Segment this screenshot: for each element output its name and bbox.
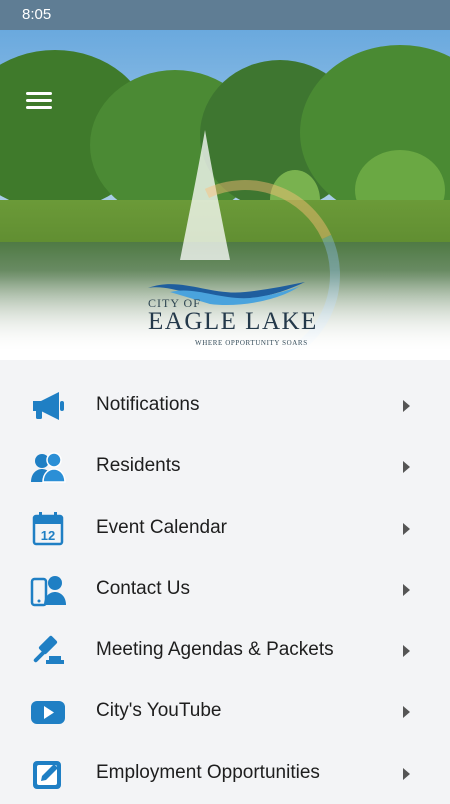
city-logo: City of Eagle Lake Where Opportunity Soa… [140,278,316,360]
youtube-icon [31,701,65,725]
menu-bar [26,92,52,95]
status-bar: 8:05 [0,0,450,30]
edit-icon [33,760,61,789]
logo-city-name: Eagle Lake [148,308,318,335]
menu-item-label: Notifications [96,394,200,415]
menu-item-residents[interactable]: Residents [0,436,450,497]
menu-item-contact-us[interactable]: Contact Us [0,559,450,620]
gavel-icon [33,636,64,665]
chevron-right-icon [403,645,410,658]
chevron-right-icon [403,461,410,474]
chevron-right-icon [403,583,410,596]
menu-item-label: Residents [96,455,181,477]
menu-item-label: Event Calendar [96,516,227,538]
menu-item-youtube[interactable]: City's YouTube [0,681,450,742]
svg-text:12: 12 [41,528,55,543]
menu-bar [26,106,52,109]
menu-bar [26,99,52,102]
menu-item-meeting-agendas[interactable]: Meeting Agendas & Packets [0,620,450,681]
main-menu-list: Notifications Residents 12 Event Calenda… [0,375,450,804]
hamburger-menu-button[interactable] [22,88,56,114]
residents-icon [31,452,66,484]
contact-icon [30,575,66,607]
megaphone-icon [33,392,64,420]
calendar-icon: 12 [32,511,64,545]
menu-item-notifications[interactable]: Notifications [0,375,450,436]
chevron-right-icon [403,400,410,412]
chevron-right-icon [403,706,410,719]
menu-item-label: Meeting Agendas & Packets [96,639,334,661]
logo-tagline: Where Opportunity Soars [195,339,308,347]
menu-item-label: Employment Opportunities [96,761,320,783]
chevron-right-icon [403,522,410,535]
header-banner: City of Eagle Lake Where Opportunity Soa… [0,30,450,360]
status-time: 8:05 [22,6,52,23]
menu-item-label: Contact Us [96,577,190,599]
menu-item-event-calendar[interactable]: 12 Event Calendar [0,498,450,559]
menu-item-label: City's YouTube [96,700,222,722]
chevron-right-icon [403,767,410,780]
menu-item-employment[interactable]: Employment Opportunities [0,743,450,804]
